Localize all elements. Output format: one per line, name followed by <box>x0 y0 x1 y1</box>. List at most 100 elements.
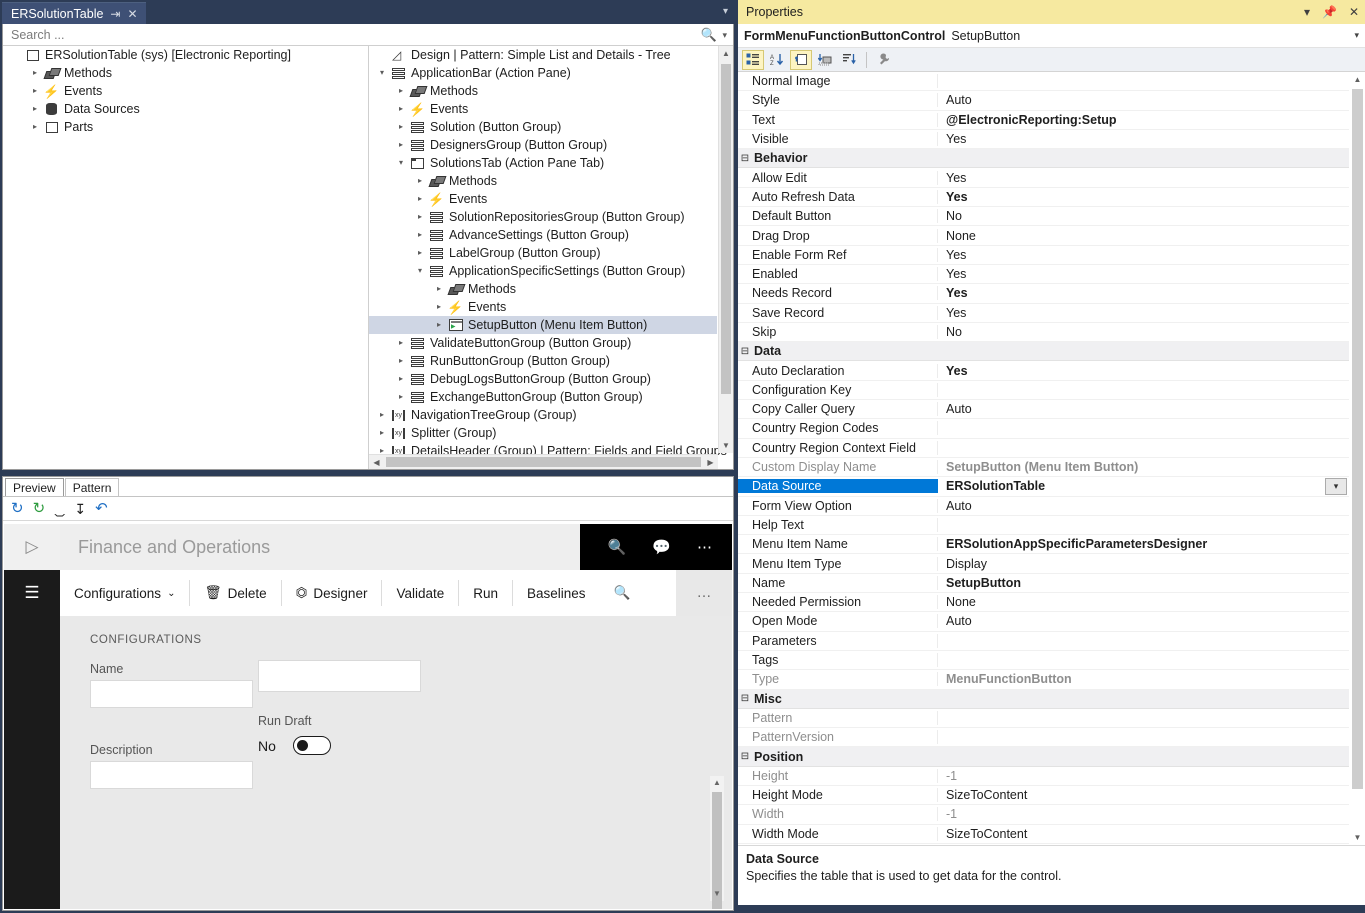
chevron-down-icon[interactable]: ▾ <box>1304 5 1310 19</box>
chevron-right-icon[interactable]: ▸ <box>28 100 42 118</box>
categorized-icon[interactable] <box>742 49 764 70</box>
tree-node[interactable]: ▸ ⚡ Events <box>369 298 717 316</box>
chevron-right-icon[interactable]: ▸ <box>394 136 408 154</box>
chevron-down-icon[interactable]: ▾ <box>1325 477 1347 495</box>
tree-node[interactable]: ▸ LabelGroup (Button Group) <box>369 244 717 262</box>
close-icon[interactable]: ✕ <box>127 8 137 20</box>
tree-node[interactable]: ▸ ExchangeButtonGroup (Button Group) <box>369 388 717 406</box>
property-value[interactable]: -1 <box>938 769 1349 783</box>
property-row[interactable]: Form View Option Auto <box>738 497 1349 516</box>
property-row[interactable]: Enabled Yes <box>738 265 1349 285</box>
search-input[interactable]: Search ... <box>11 28 65 42</box>
fo-command-run[interactable]: Run <box>459 580 514 606</box>
property-row[interactable]: Type MenuFunctionButton <box>738 670 1349 690</box>
property-row[interactable]: PatternVersion <box>738 728 1349 748</box>
tree-node[interactable]: ▸ SolutionRepositoriesGroup (Button Group… <box>369 208 717 226</box>
chevron-right-icon[interactable]: ▸ <box>394 82 408 100</box>
hamburger-menu-icon[interactable]: ☰ <box>4 570 60 616</box>
property-value[interactable]: Yes <box>938 306 1349 320</box>
properties-grid[interactable]: Normal Image Style Auto Text @ElectronicRepo… <box>738 72 1365 845</box>
chevron-right-icon[interactable]: ▸ <box>394 118 408 136</box>
property-row[interactable]: Auto Declaration Yes <box>738 361 1349 381</box>
property-row[interactable]: Drag Drop None <box>738 226 1349 246</box>
property-category[interactable]: ⊟ Behavior <box>738 149 1349 169</box>
collapse-icon[interactable]: ⊟ <box>738 346 752 357</box>
property-row[interactable]: Skip No <box>738 323 1349 343</box>
chevron-right-icon[interactable]: ▸ <box>394 352 408 370</box>
fo-secondary-input[interactable] <box>258 660 421 692</box>
property-row[interactable]: Configuration Key <box>738 381 1349 401</box>
fo-page-scrollbar[interactable]: ▲ ▼ <box>710 776 724 909</box>
chevron-down-icon[interactable]: ▾ <box>722 30 727 41</box>
chevron-right-icon[interactable]: ▸ <box>394 100 408 118</box>
undo-icon[interactable]: ↶ <box>95 501 108 516</box>
tree-node[interactable]: ▸ RunButtonGroup (Button Group) <box>369 352 717 370</box>
property-value[interactable]: None <box>938 229 1349 243</box>
property-value[interactable]: Yes <box>938 267 1349 281</box>
fo-command-search[interactable]: 🔍 <box>600 580 645 606</box>
property-value[interactable]: Auto <box>938 614 1349 628</box>
chevron-right-icon[interactable]: ▸ <box>432 280 446 298</box>
tree-node[interactable]: ▸ AdvanceSettings (Button Group) <box>369 226 717 244</box>
property-row[interactable]: Help Text <box>738 516 1349 536</box>
design-tree-vertical-scrollbar[interactable]: ▲ ▼ <box>718 46 733 453</box>
property-row[interactable]: Enable Form Ref Yes <box>738 246 1349 265</box>
fo-command-validate[interactable]: Validate <box>382 580 460 606</box>
tree-node[interactable]: ▸ ⚡ Events <box>369 190 717 208</box>
property-category[interactable]: ⊟ Position <box>738 747 1349 767</box>
search-icon[interactable]: 🔍 <box>701 27 717 43</box>
chevron-right-icon[interactable]: ▸ <box>394 334 408 352</box>
tree-node[interactable]: ▸ Methods <box>369 82 717 100</box>
scroll-down-icon[interactable]: ▼ <box>719 438 733 453</box>
property-value[interactable]: No <box>938 209 1349 223</box>
scroll-down-icon[interactable]: ▼ <box>710 887 724 901</box>
refresh-green-icon[interactable]: ↻ <box>33 501 46 516</box>
collapse-icon[interactable]: ⊟ <box>738 751 752 762</box>
property-value[interactable]: Auto <box>938 499 1349 513</box>
scroll-up-icon[interactable]: ▲ <box>1350 72 1365 87</box>
property-value[interactable]: SizeToContent <box>938 788 1349 802</box>
fo-run-draft-toggle[interactable] <box>292 736 331 755</box>
property-row[interactable]: Text @ElectronicReporting:Setup <box>738 111 1349 130</box>
property-row[interactable]: Country Region Codes <box>738 419 1349 439</box>
design-tree-pane[interactable]: ◿ Design | Pattern: Simple List and Detai… <box>369 46 733 469</box>
property-value[interactable]: Yes <box>938 364 1349 378</box>
tree-node[interactable]: ▾ ApplicationSpecificSettings (Button Gro… <box>369 262 717 280</box>
feedback-icon[interactable]: 💬 <box>652 538 671 556</box>
property-row[interactable]: Custom Display Name SetupButton (Menu Ite… <box>738 458 1349 478</box>
fo-description-input[interactable] <box>90 761 253 789</box>
collapse-icon[interactable]: ⊟ <box>738 153 752 164</box>
tree-node[interactable]: ◿ Design | Pattern: Simple List and Detai… <box>369 46 717 64</box>
property-row[interactable]: Data Source ERSolutionTable ▾ <box>738 477 1349 497</box>
properties-grid-scrollbar[interactable]: ▲ ▼ <box>1350 72 1365 845</box>
search-bar[interactable]: Search ... 🔍 ▾ <box>3 24 733 46</box>
model-tree[interactable]: ERSolutionTable (sys) [Electronic Report… <box>3 46 369 469</box>
property-value[interactable]: No <box>938 325 1349 339</box>
tree-node[interactable]: ▸ Methods <box>3 64 368 82</box>
chevron-right-icon[interactable]: ▸ <box>28 64 42 82</box>
property-row[interactable]: Auto Refresh Data Yes <box>738 188 1349 208</box>
property-row[interactable]: Menu Item Type Display <box>738 554 1349 574</box>
property-value[interactable]: @ElectronicReporting:Setup <box>938 113 1349 127</box>
property-row[interactable]: Tags <box>738 651 1349 671</box>
chevron-right-icon[interactable]: ▸ <box>28 82 42 100</box>
tree-node[interactable]: ▸ xy NavigationTreeGroup (Group) <box>369 406 717 424</box>
scroll-thumb[interactable] <box>1352 89 1363 789</box>
tree-node[interactable]: ▸ xy Splitter (Group) <box>369 424 717 442</box>
tree-node[interactable]: ▸ DesignersGroup (Button Group) <box>369 136 717 154</box>
tree-node[interactable]: ▸ Parts <box>3 118 368 136</box>
chevron-right-icon[interactable]: ▸ <box>413 190 427 208</box>
property-value[interactable]: -1 <box>938 807 1349 821</box>
property-value[interactable]: Yes <box>938 286 1349 300</box>
property-row[interactable]: Open Mode Auto <box>738 612 1349 632</box>
alphabetical-sort-icon[interactable]: AZ <box>766 50 788 70</box>
scroll-left-icon[interactable]: ◀ <box>369 455 384 469</box>
property-row[interactable]: Normal Image <box>738 72 1349 92</box>
fo-command-baselines[interactable]: Baselines <box>513 580 600 606</box>
property-row[interactable]: Country Region Context Field <box>738 439 1349 458</box>
refresh-icon[interactable]: ↻ <box>11 501 24 516</box>
document-tab-ersolutiontable[interactable]: ERSolutionTable ⇥ ✕ <box>2 2 146 24</box>
save-down-icon[interactable]: ↧ <box>74 502 86 516</box>
chevron-down-icon[interactable]: ▾ <box>1354 30 1359 41</box>
property-row[interactable]: Needed Permission None <box>738 593 1349 613</box>
